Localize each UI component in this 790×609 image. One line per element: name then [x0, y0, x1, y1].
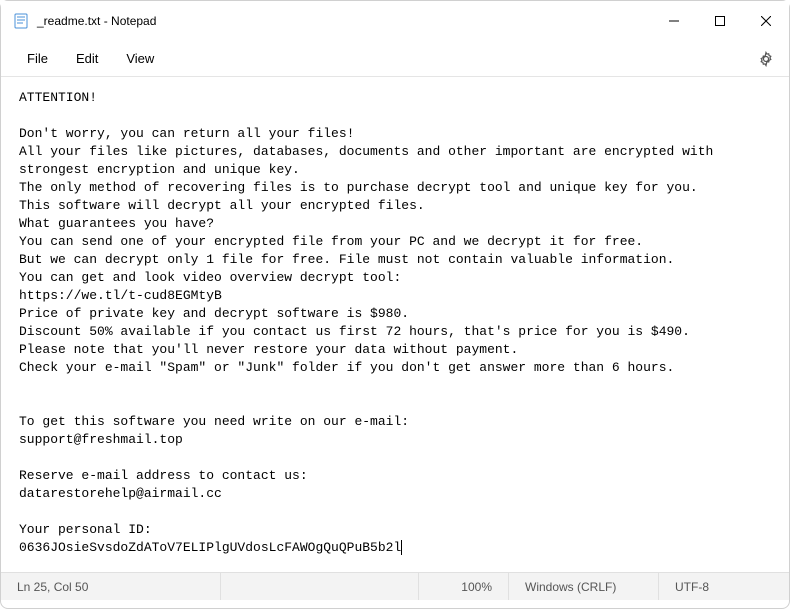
text-cursor [401, 540, 402, 555]
status-position: Ln 25, Col 50 [1, 573, 221, 600]
statusbar: Ln 25, Col 50 100% Windows (CRLF) UTF-8 [1, 572, 789, 600]
window-title: _readme.txt - Notepad [37, 14, 156, 28]
document-text: ATTENTION! Don't worry, you can return a… [19, 90, 713, 555]
menu-edit[interactable]: Edit [62, 45, 112, 72]
status-encoding: UTF-8 [659, 573, 789, 600]
text-area[interactable]: ATTENTION! Don't worry, you can return a… [1, 77, 789, 572]
maximize-button[interactable] [697, 1, 743, 41]
status-zoom[interactable]: 100% [419, 573, 509, 600]
notepad-icon [13, 13, 29, 29]
menubar: File Edit View [1, 41, 789, 77]
status-eol: Windows (CRLF) [509, 573, 659, 600]
close-button[interactable] [743, 1, 789, 41]
minimize-button[interactable] [651, 1, 697, 41]
settings-button[interactable] [755, 48, 777, 70]
titlebar: _readme.txt - Notepad [1, 1, 789, 41]
menu-file[interactable]: File [13, 45, 62, 72]
menu-view[interactable]: View [112, 45, 168, 72]
